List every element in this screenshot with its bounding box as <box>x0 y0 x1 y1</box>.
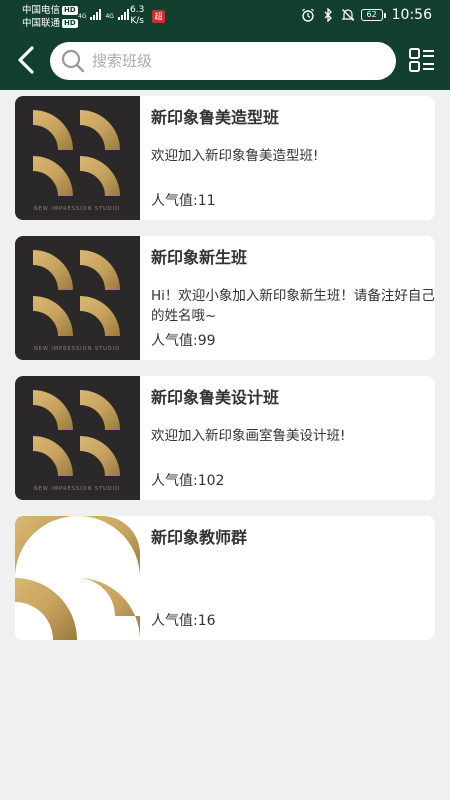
status-indicators: 62 10:56 <box>301 7 432 23</box>
studio-logo-image: NEW IMPRESSION STUDIO <box>15 376 140 500</box>
mute-icon <box>341 9 355 21</box>
class-info: 新印象鲁美造型班欢迎加入新印象鲁美造型班! 人气值:11 <box>151 96 435 220</box>
network-type: 4G <box>78 13 87 20</box>
class-info: 新印象教师群 人气值:16 <box>151 516 435 640</box>
class-title: 新印象鲁美设计班 <box>151 388 280 407</box>
battery-level: 62 <box>360 9 383 21</box>
studio-caption: NEW IMPRESSION STUDIO <box>34 346 120 352</box>
carrier-2: 中国联通 <box>22 18 61 29</box>
search-bar[interactable] <box>50 42 396 80</box>
class-title: 新印象鲁美造型班 <box>151 108 280 127</box>
studio-caption: NEW IMPRESSION STUDIO <box>34 486 120 492</box>
network-type: 4G <box>105 13 114 20</box>
bluetooth-icon <box>324 8 332 22</box>
class-popularity: 人气值:11 <box>151 193 216 209</box>
class-description: 欢迎加入新印象画室鲁美设计班! <box>151 428 346 444</box>
search-input[interactable] <box>92 52 372 70</box>
speed-unit: K/s <box>130 16 144 26</box>
app-header: 中国电信 HD 中国联通 HD 4G 4G 6.3 K/s 超 62 10:56 <box>0 0 450 90</box>
back-icon[interactable] <box>14 45 40 75</box>
signal-icon: 4G 4G <box>78 8 129 20</box>
layout-toggle-icon[interactable] <box>408 46 436 76</box>
network-speed: 6.3 K/s <box>130 5 144 27</box>
class-card[interactable]: 新印象教师群 人气值:16 <box>15 516 435 640</box>
class-card[interactable]: NEW IMPRESSION STUDIO 新印象新生班 Hi！欢迎小象加入新印象新… <box>15 236 435 360</box>
class-thumbnail <box>15 516 140 640</box>
class-list: NEW IMPRESSION STUDIO 新印象鲁美造型班欢迎加入新印象鲁美造型… <box>15 96 435 656</box>
class-thumbnail: NEW IMPRESSION STUDIO <box>15 376 140 500</box>
class-popularity: 人气值:16 <box>151 613 216 629</box>
class-title: 新印象新生班 <box>151 248 248 267</box>
class-title: 新印象教师群 <box>151 528 248 547</box>
class-description: 欢迎加入新印象鲁美造型班! <box>151 148 319 164</box>
class-info: 新印象新生班 Hi！欢迎小象加入新印象新生班！请备注好自己的姓名哦~ 人气值:99 <box>151 236 435 360</box>
status-bar: 中国电信 HD 中国联通 HD 4G 4G 6.3 K/s 超 62 10:56 <box>0 0 450 34</box>
alarm-icon <box>301 8 314 22</box>
search-icon <box>61 49 85 73</box>
class-card[interactable]: NEW IMPRESSION STUDIO 新印象鲁美设计班欢迎加入新印象画室鲁美… <box>15 376 435 500</box>
clock: 10:56 <box>391 7 432 23</box>
studio-logo-image: NEW IMPRESSION STUDIO <box>15 236 140 360</box>
app-notification-icon: 超 <box>152 10 165 23</box>
class-popularity: 人气值:102 <box>151 473 225 489</box>
class-thumbnail: NEW IMPRESSION STUDIO <box>15 236 140 360</box>
carrier-1: 中国电信 <box>22 5 61 16</box>
speed-value: 6.3 <box>130 5 145 15</box>
studio-caption: NEW IMPRESSION STUDIO <box>34 206 120 212</box>
class-thumbnail: NEW IMPRESSION STUDIO <box>15 96 140 220</box>
carrier-info: 中国电信 HD 中国联通 HD <box>22 4 78 30</box>
class-popularity: 人气值:99 <box>151 333 216 349</box>
class-info: 新印象鲁美设计班欢迎加入新印象画室鲁美设计班! 人气值:102 <box>151 376 435 500</box>
studio-logo-image <box>15 516 140 640</box>
hd-badge: HD <box>62 6 78 15</box>
hd-badge: HD <box>62 19 78 28</box>
studio-logo-image: NEW IMPRESSION STUDIO <box>15 96 140 220</box>
class-card[interactable]: NEW IMPRESSION STUDIO 新印象鲁美造型班欢迎加入新印象鲁美造型… <box>15 96 435 220</box>
class-description: Hi！欢迎小象加入新印象新生班！请备注好自己的姓名哦~ <box>151 288 435 324</box>
battery-icon: 62 <box>360 9 386 21</box>
